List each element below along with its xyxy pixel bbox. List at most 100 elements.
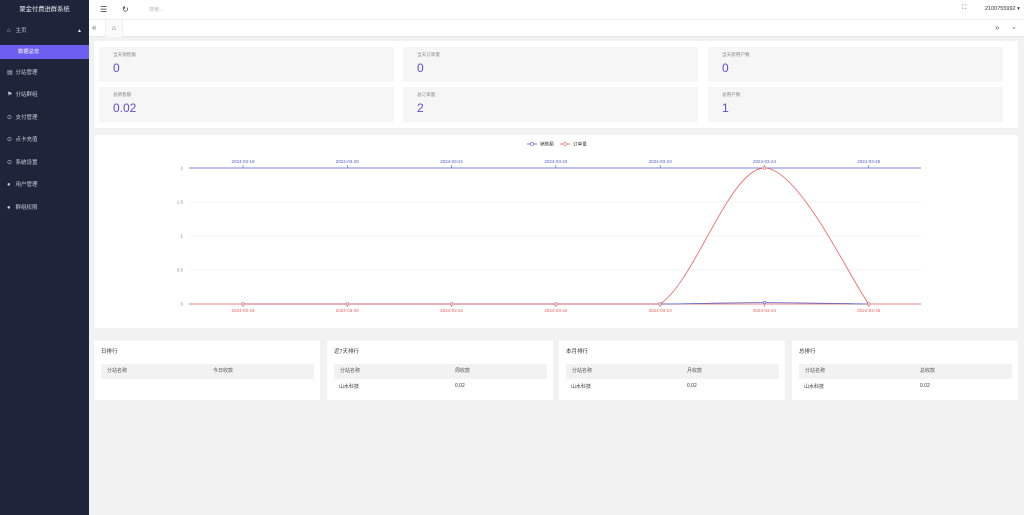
stat-card-total-sales: 总销售额 0.02 bbox=[99, 87, 394, 122]
fullscreen-icon[interactable]: ⛶ bbox=[962, 5, 966, 12]
stat-value: 1 bbox=[722, 101, 729, 115]
ranking-title: 总排行 bbox=[799, 349, 816, 355]
stat-label: 总用户数 bbox=[722, 92, 741, 97]
sidebar-item-label: 群组权限 bbox=[15, 204, 38, 211]
sales-orders-line-chart: 0 0.5 1 1.5 2 2024-03-19 2024-03-19 2024-03-20 2… bbox=[177, 141, 921, 313]
stat-label: 总销售额 bbox=[113, 92, 132, 97]
sidebar-item-payment-management[interactable]: ⊙ 支付管理 bbox=[0, 107, 89, 130]
series-point-1 bbox=[554, 302, 558, 306]
ranking-row-amount: 0.02 bbox=[687, 383, 697, 389]
ranking-weekly: 近7天排行 分站名称 周收款 山水科技 0.02 bbox=[327, 341, 553, 400]
sidebar-item-label: 系统设置 bbox=[15, 159, 38, 166]
tab-bar: « ⌂ » ⌄ bbox=[89, 20, 1024, 37]
ranking-title: 本月排行 bbox=[566, 349, 589, 355]
grid-icon: ▤ bbox=[7, 69, 13, 76]
sidebar-item-home[interactable]: ⌂ 主页 ▲ bbox=[0, 20, 89, 43]
stats-panel: 当天销售额 0 当天订单量 0 当天新用户数 0 总销售额 0.02 总订单量 … bbox=[94, 41, 1018, 128]
column-header: 分站名称 bbox=[572, 368, 593, 374]
sidebar: 聚金付费进群系统 ⌂ 主页 ▲ 数据总览 ▤ 分站管理 ⚑ 分站群组 ⊙ 支付管… bbox=[0, 0, 89, 515]
circle-check-icon: ⊙ bbox=[7, 137, 13, 143]
x-tick-label-top: 2024-03-21 bbox=[440, 159, 464, 164]
x-tick-label-bottom: 2024-03-20 bbox=[336, 308, 360, 313]
stat-label: 当天销售额 bbox=[113, 52, 136, 57]
tabs-scroll-right-icon[interactable]: » bbox=[995, 23, 999, 32]
y-tick-label: 1 bbox=[180, 234, 183, 239]
y-tick-label: 2 bbox=[180, 166, 183, 171]
stat-label: 当天新用户数 bbox=[722, 52, 750, 57]
stat-value: 0 bbox=[113, 61, 120, 75]
username: 2100755992 bbox=[985, 6, 1016, 12]
series-point-1 bbox=[762, 166, 767, 170]
user-menu[interactable]: 2100755992 ▾ bbox=[985, 6, 1020, 12]
sidebar-item-station-groups[interactable]: ⚑ 分站群组 bbox=[0, 84, 89, 107]
stat-label: 总订单量 bbox=[417, 92, 436, 97]
series-point-1 bbox=[867, 302, 871, 306]
column-header: 今日收款 bbox=[213, 368, 234, 374]
caret-down-icon: ▾ bbox=[1017, 6, 1020, 12]
sidebar-item-label: 分站群组 bbox=[15, 92, 38, 98]
refresh-icon[interactable]: ↻ bbox=[122, 5, 129, 14]
ranking-table-header: 分站名称 今日收款 bbox=[101, 364, 314, 379]
home-icon: ⌂ bbox=[7, 28, 11, 34]
tag-icon: ⚑ bbox=[7, 92, 13, 98]
search-input[interactable]: 搜索... bbox=[149, 6, 163, 13]
stat-value: 0 bbox=[417, 61, 424, 75]
sidebar-item-label: 用户管理 bbox=[15, 182, 38, 188]
legend-label-0: 销售额 bbox=[540, 141, 554, 148]
sidebar-item-label: 点卡充值 bbox=[15, 137, 38, 143]
ranking-title: 近7天排行 bbox=[334, 349, 360, 355]
ranking-total: 总排行 分站名称 总收款 山水科技 0.02 bbox=[792, 341, 1018, 400]
ranking-table-header: 分站名称 月收款 bbox=[566, 364, 779, 379]
ranking-daily: 日排行 分站名称 今日收款 bbox=[94, 341, 320, 400]
x-tick-label-top: 2024-03-19 bbox=[231, 159, 255, 164]
sidebar-item-dashboard[interactable]: 数据总览 bbox=[0, 44, 89, 59]
column-header: 分站名称 bbox=[107, 368, 128, 374]
user-icon: ● bbox=[7, 204, 11, 211]
column-header: 月收款 bbox=[687, 368, 703, 374]
x-tick-label-top: 2024-03-20 bbox=[336, 159, 360, 164]
sidebar-item-label: 分站管理 bbox=[15, 69, 38, 76]
ranking-monthly: 本月排行 分站名称 月收款 山水科技 0.02 bbox=[559, 341, 785, 400]
stat-value: 0.02 bbox=[113, 101, 137, 115]
x-tick-label-bottom: 2024-03-23 bbox=[649, 308, 673, 313]
ranking-row-name: 山水科技 bbox=[571, 384, 592, 390]
sidebar-item-user-management[interactable]: ● 用户管理 bbox=[0, 174, 89, 197]
sidebar-item-label: 支付管理 bbox=[15, 114, 38, 121]
legend-label-1: 订单量 bbox=[573, 141, 587, 148]
x-tick-label-bottom: 2024-03-19 bbox=[231, 308, 255, 313]
sidebar-item-group-permissions[interactable]: ● 群组权限 bbox=[0, 197, 89, 220]
stat-card-total-users: 总用户数 1 bbox=[708, 87, 1003, 122]
x-tick-label-top: 2024-03-24 bbox=[753, 159, 777, 164]
menu-toggle-icon[interactable]: ☰ bbox=[100, 5, 107, 14]
legend-marker-1 bbox=[563, 142, 567, 146]
topbar: ☰ ↻ 搜索... ⛶ 2100755992 ▾ bbox=[89, 0, 1024, 20]
y-tick-label: 0 bbox=[180, 302, 183, 307]
x-tick-label-bottom: 2024-03-21 bbox=[440, 308, 464, 313]
sidebar-item-card-recharge[interactable]: ⊙ 点卡充值 bbox=[0, 129, 89, 152]
column-header: 周收款 bbox=[455, 368, 471, 374]
series-point-1 bbox=[345, 302, 349, 306]
legend-marker-0 bbox=[530, 142, 534, 146]
tabs-scroll-left-icon[interactable]: « bbox=[92, 23, 96, 32]
ranking-title: 日排行 bbox=[101, 349, 118, 355]
series-point-1 bbox=[658, 302, 662, 306]
sidebar-item-station-management[interactable]: ▤ 分站管理 bbox=[0, 62, 89, 85]
x-tick-label-bottom: 2024-03-24 bbox=[753, 308, 777, 313]
x-tick-label-top: 2024-03-22 bbox=[544, 159, 568, 164]
series-point-0 bbox=[762, 301, 767, 305]
series-point-1 bbox=[241, 302, 245, 306]
circle-check-icon: ⊙ bbox=[7, 114, 13, 121]
stat-card-today-new-users: 当天新用户数 0 bbox=[708, 47, 1003, 82]
x-tick-label-top: 2024-03-25 bbox=[857, 159, 881, 164]
home-tab-icon[interactable]: ⌂ bbox=[105, 20, 123, 37]
caret-up-icon: ▲ bbox=[77, 28, 82, 34]
ranking-row-amount: 0.02 bbox=[455, 383, 465, 389]
app-title: 聚金付费进群系统 bbox=[19, 6, 70, 13]
tabs-dropdown-icon[interactable]: ⌄ bbox=[1011, 23, 1017, 31]
ranking-table-header: 分站名称 总收款 bbox=[799, 364, 1012, 379]
circle-check-icon: ⊙ bbox=[7, 159, 13, 166]
ranking-row-name: 山水科技 bbox=[804, 384, 825, 390]
column-header: 分站名称 bbox=[340, 368, 361, 374]
sidebar-item-system-settings[interactable]: ⊙ 系统设置 bbox=[0, 152, 89, 175]
column-header: 分站名称 bbox=[805, 368, 826, 374]
